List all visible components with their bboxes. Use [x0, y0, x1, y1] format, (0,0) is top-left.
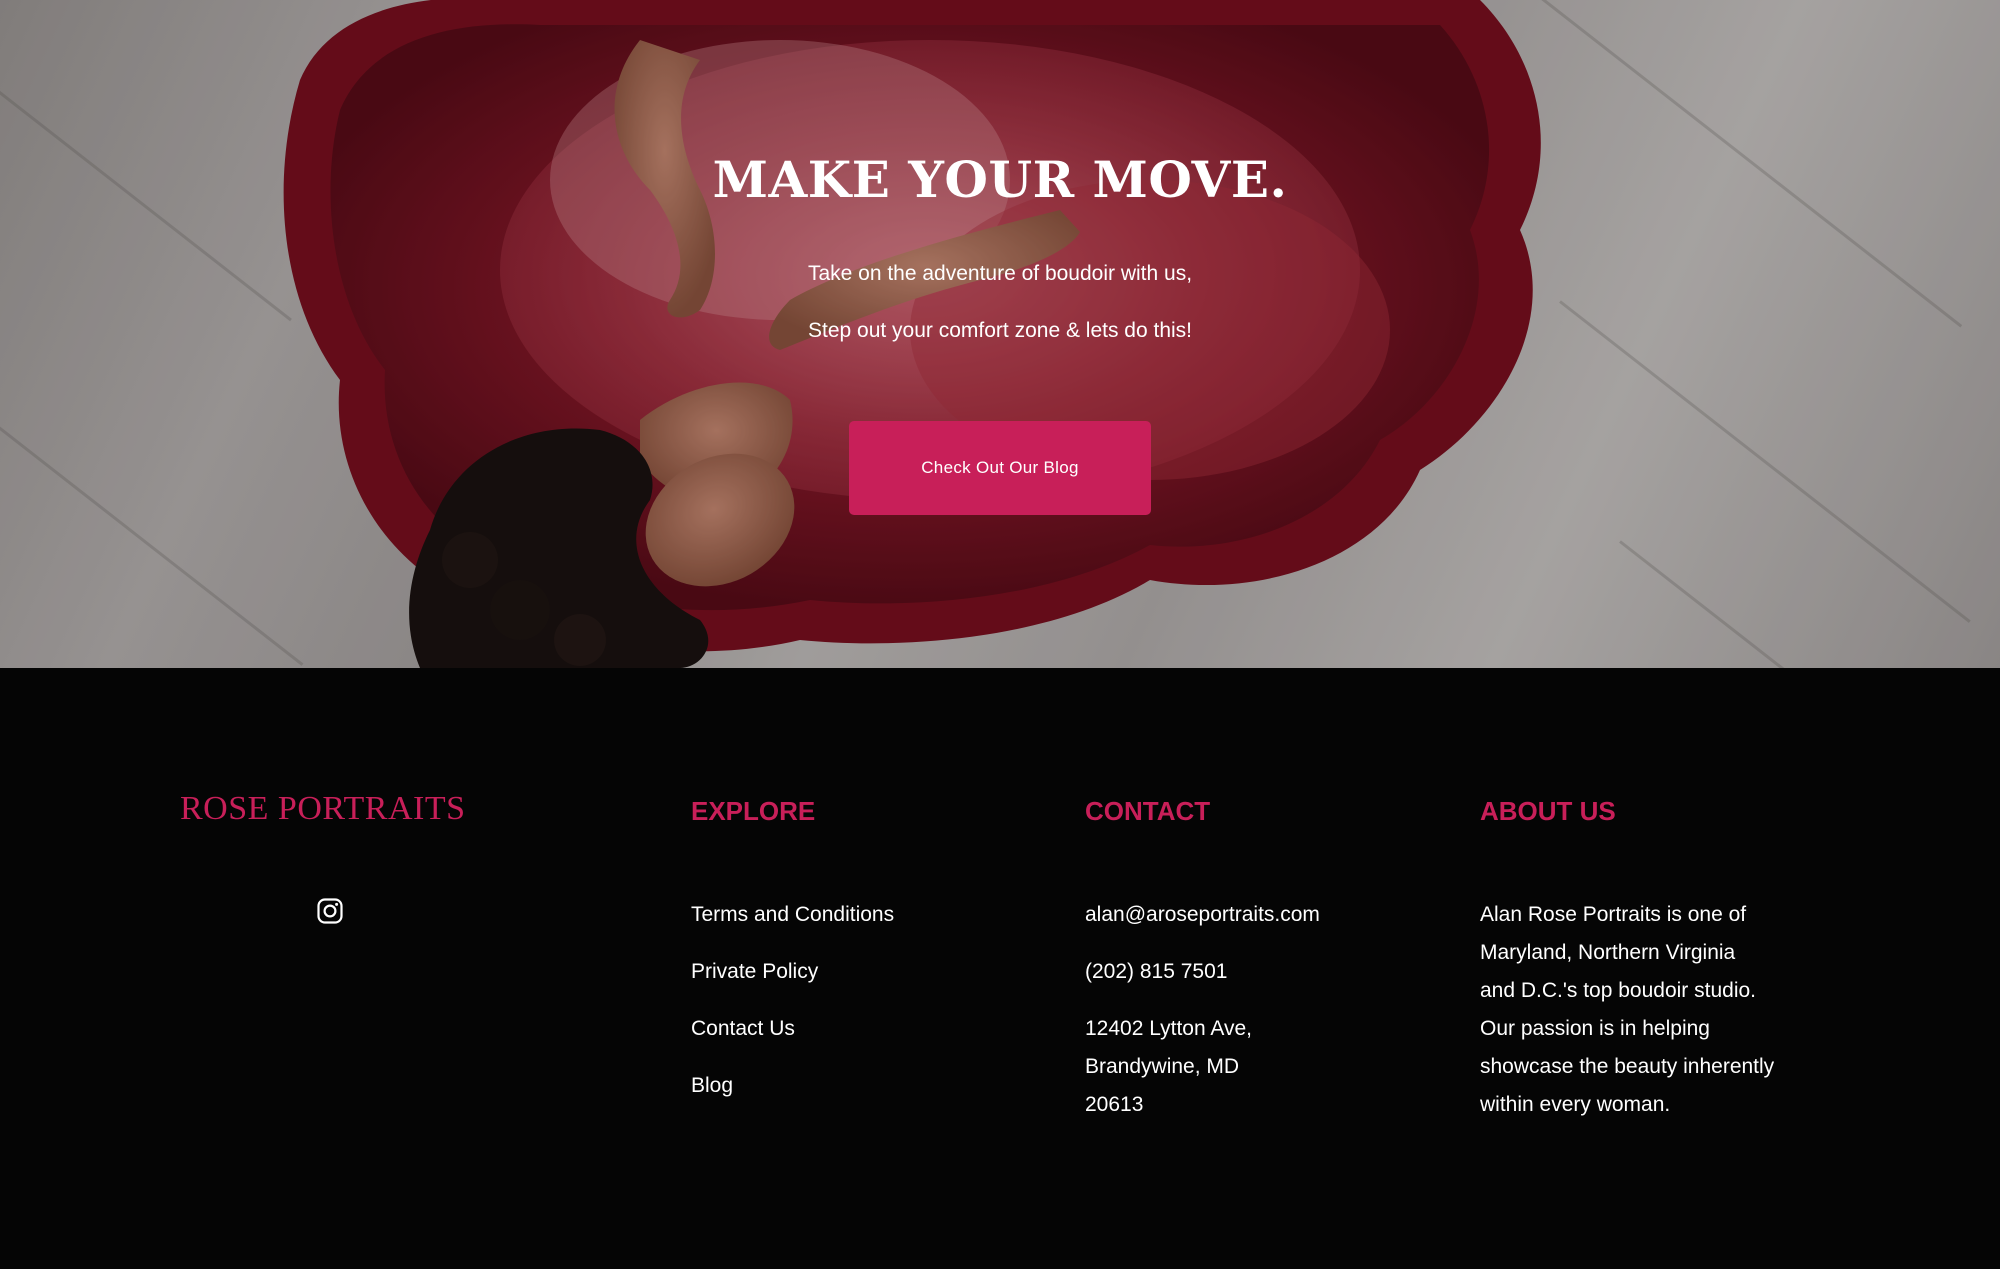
about-line: Maryland, Northern Virginia — [1480, 941, 1736, 964]
blog-link[interactable]: Blog — [691, 1067, 733, 1105]
address-line-3: 20613 — [1085, 1093, 1144, 1116]
about-line: Alan Rose Portraits is one of — [1480, 903, 1747, 926]
about-us-text: Alan Rose Portraits is one of Maryland, … — [1480, 896, 1790, 1124]
terms-link[interactable]: Terms and Conditions — [691, 896, 894, 934]
phone-link[interactable]: (202) 815 7501 — [1085, 953, 1227, 991]
email-link[interactable]: alan@aroseportraits.com — [1085, 896, 1320, 934]
about-line: Our passion is in helping — [1480, 1017, 1710, 1040]
hero-title: MAKE YOUR MOVE. — [712, 150, 1288, 209]
address-line-2: Brandywine, MD — [1085, 1055, 1240, 1078]
hero-subtitle-line-2: Step out your comfort zone & lets do thi… — [807, 319, 1193, 342]
hero-banner: MAKE YOUR MOVE. Take on the adventure of… — [0, 0, 2000, 668]
about-line: showcase the beauty inherently — [1480, 1055, 1775, 1078]
site-footer: ROSE PORTRAITS EXPLORE Terms and Conditi… — [0, 668, 2000, 1269]
about-line: and D.C.'s top boudoir studio. — [1480, 979, 1757, 1002]
address-line-1: 12402 Lytton Ave, — [1085, 1017, 1252, 1040]
explore-heading: EXPLORE — [691, 796, 816, 826]
check-out-blog-button[interactable]: Check Out Our Blog — [849, 421, 1151, 515]
contact-heading: CONTACT — [1085, 796, 1211, 826]
hero-subtitle-line-1: Take on the adventure of boudoir with us… — [807, 262, 1193, 285]
about-line: within every woman. — [1480, 1093, 1671, 1116]
footer-brand-logo[interactable]: ROSE PORTRAITS — [180, 790, 466, 828]
privacy-policy-link[interactable]: Private Policy — [691, 953, 818, 991]
about-us-heading: ABOUT US — [1480, 796, 1616, 826]
contact-us-link[interactable]: Contact Us — [691, 1010, 795, 1048]
instagram-icon[interactable] — [316, 897, 344, 925]
